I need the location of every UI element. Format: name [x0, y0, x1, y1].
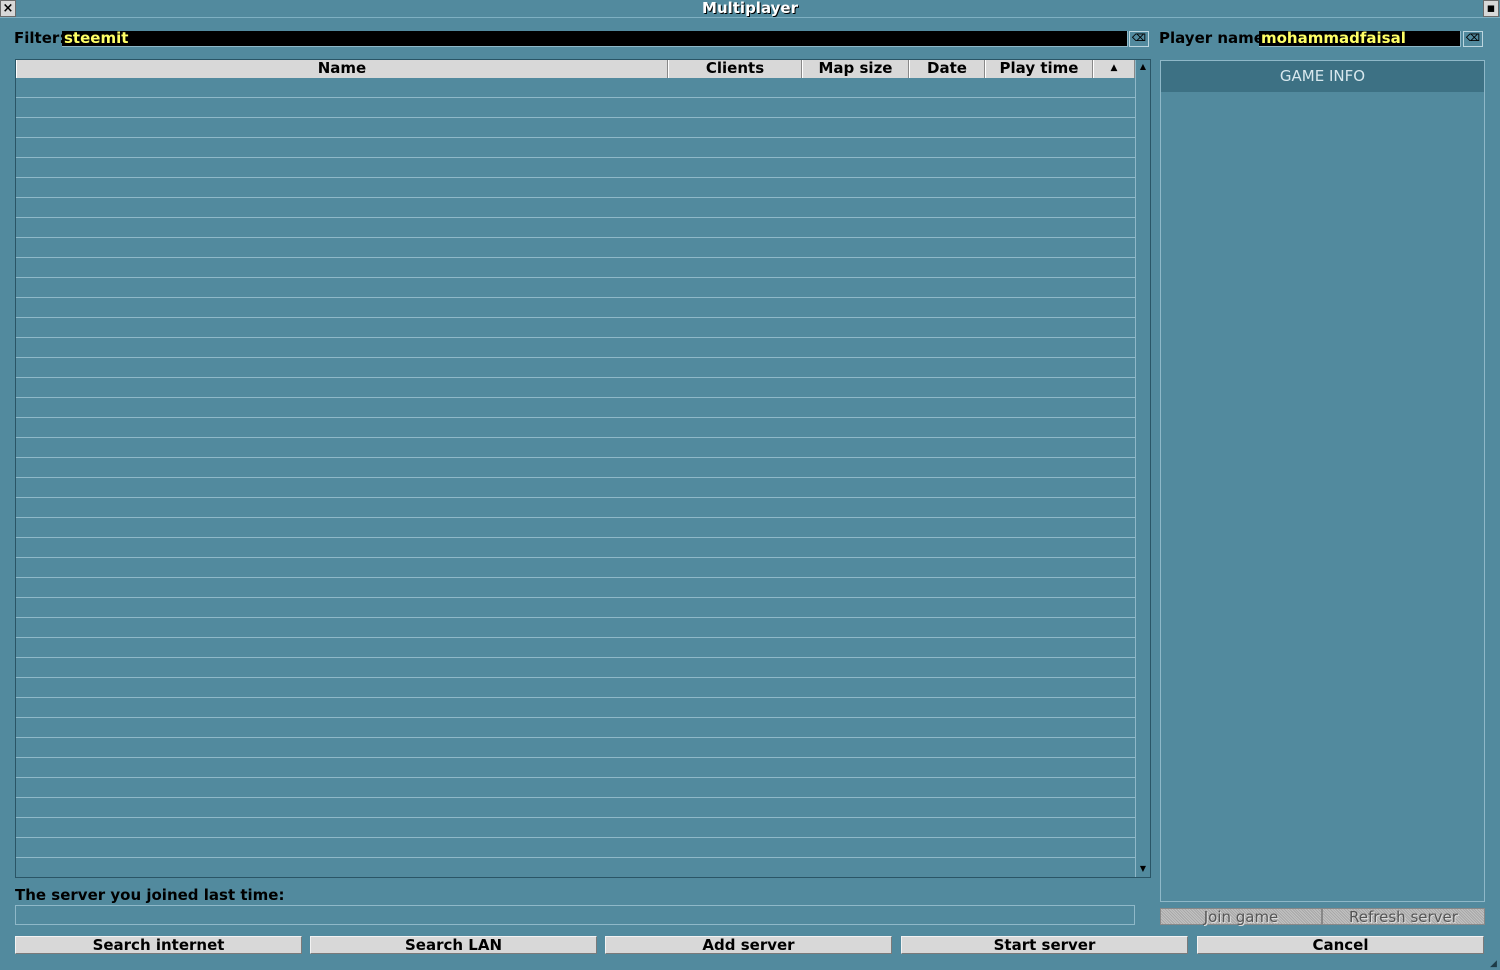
table-row[interactable] — [16, 518, 1135, 538]
vertical-scrollbar[interactable]: ▲ ▼ — [1135, 60, 1150, 877]
search-lan-button[interactable]: Search LAN — [310, 936, 597, 954]
table-row[interactable] — [16, 238, 1135, 258]
search-internet-button[interactable]: Search internet — [15, 936, 302, 954]
filter-input[interactable]: steemit — [62, 31, 1128, 47]
last-server-label: The server you joined last time: — [15, 886, 285, 904]
game-info-panel: GAME INFO — [1160, 60, 1485, 902]
table-row[interactable] — [16, 298, 1135, 318]
table-row[interactable] — [16, 118, 1135, 138]
scroll-up-icon[interactable]: ▲ — [1136, 60, 1150, 74]
scroll-down-icon[interactable]: ▼ — [1136, 862, 1150, 876]
table-row[interactable] — [16, 778, 1135, 798]
table-row[interactable] — [16, 438, 1135, 458]
column-header-name[interactable]: Name — [16, 60, 668, 78]
table-row[interactable] — [16, 638, 1135, 658]
table-row[interactable] — [16, 398, 1135, 418]
server-rows — [16, 78, 1135, 858]
table-row[interactable] — [16, 678, 1135, 698]
table-row[interactable] — [16, 278, 1135, 298]
sort-arrow-icon[interactable]: ▲ — [1093, 60, 1135, 78]
resize-grip-icon[interactable]: ◢ — [1490, 960, 1498, 969]
table-row[interactable] — [16, 418, 1135, 438]
column-header-date[interactable]: Date — [909, 60, 985, 78]
table-row[interactable] — [16, 798, 1135, 818]
player-name-clear-icon[interactable]: ⌫ — [1463, 31, 1483, 47]
table-row[interactable] — [16, 318, 1135, 338]
table-row[interactable] — [16, 178, 1135, 198]
filter-label: Filter: — [14, 29, 66, 47]
table-row[interactable] — [16, 618, 1135, 638]
filter-clear-icon[interactable]: ⌫ — [1129, 31, 1149, 47]
table-row[interactable] — [16, 378, 1135, 398]
close-icon[interactable]: × — [0, 0, 16, 17]
table-row[interactable] — [16, 658, 1135, 678]
window-menu-icon[interactable]: ▪ — [1483, 0, 1499, 17]
table-row[interactable] — [16, 338, 1135, 358]
table-row[interactable] — [16, 98, 1135, 118]
table-row[interactable] — [16, 538, 1135, 558]
table-row[interactable] — [16, 138, 1135, 158]
table-row[interactable] — [16, 758, 1135, 778]
window-title: Multiplayer — [702, 0, 798, 17]
table-row[interactable] — [16, 358, 1135, 378]
column-header-clients[interactable]: Clients — [668, 60, 802, 78]
table-row[interactable] — [16, 218, 1135, 238]
column-header-map-size[interactable]: Map size — [802, 60, 909, 78]
table-row[interactable] — [16, 158, 1135, 178]
game-info-title: GAME INFO — [1161, 61, 1484, 92]
table-row[interactable] — [16, 598, 1135, 618]
table-row[interactable] — [16, 738, 1135, 758]
cancel-button[interactable]: Cancel — [1197, 936, 1484, 954]
table-row[interactable] — [16, 498, 1135, 518]
player-name-label: Player name: — [1159, 29, 1270, 47]
server-list-header: Name Clients Map size Date Play time ▲ — [16, 60, 1135, 78]
refresh-server-button[interactable]: Refresh server — [1322, 908, 1485, 925]
table-row[interactable] — [16, 718, 1135, 738]
join-game-button[interactable]: Join game — [1160, 908, 1322, 925]
table-row[interactable] — [16, 838, 1135, 858]
table-row[interactable] — [16, 558, 1135, 578]
table-row[interactable] — [16, 578, 1135, 598]
server-list[interactable]: Name Clients Map size Date Play time ▲ ▲… — [15, 59, 1151, 878]
table-row[interactable] — [16, 258, 1135, 278]
table-row[interactable] — [16, 198, 1135, 218]
table-row[interactable] — [16, 78, 1135, 98]
player-name-input[interactable]: mohammadfaisal — [1259, 31, 1461, 47]
start-server-button[interactable]: Start server — [901, 936, 1188, 954]
last-server-field[interactable] — [15, 905, 1135, 925]
table-row[interactable] — [16, 478, 1135, 498]
table-row[interactable] — [16, 698, 1135, 718]
add-server-button[interactable]: Add server — [605, 936, 892, 954]
table-row[interactable] — [16, 818, 1135, 838]
column-header-play-time[interactable]: Play time — [985, 60, 1093, 78]
table-row[interactable] — [16, 458, 1135, 478]
